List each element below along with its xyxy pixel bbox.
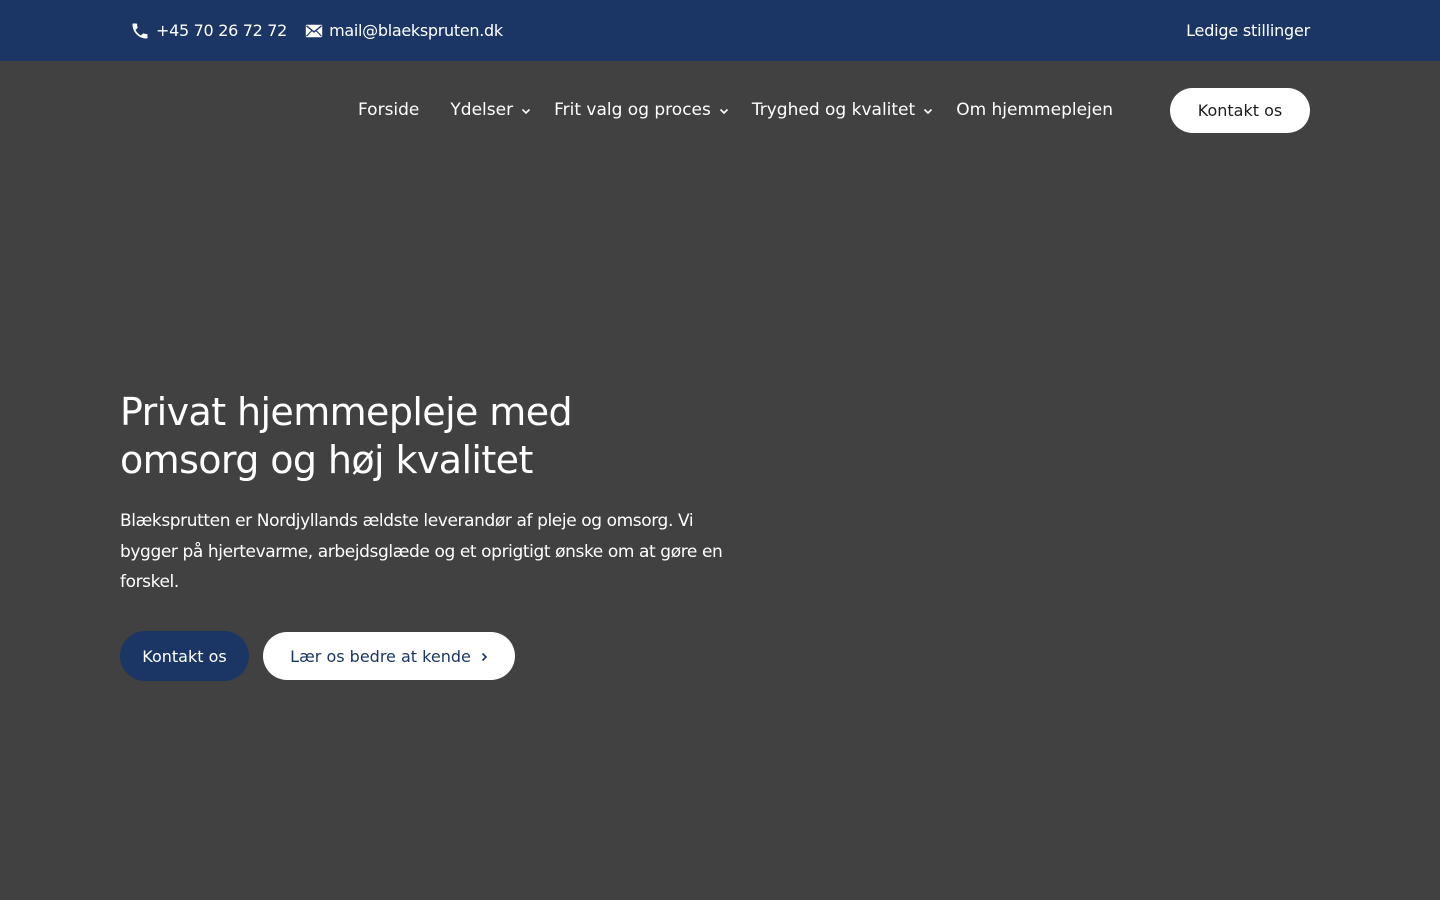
nav-item-label: Ydelser <box>450 100 514 120</box>
nav-item-om-hjemmeplejen[interactable]: Om hjemmeplejen <box>956 100 1113 120</box>
nav-item-ydelser[interactable]: Ydelser <box>450 100 531 120</box>
hero-section: Privat hjemmepleje med omsorg og høj kva… <box>120 388 760 598</box>
jobs-link[interactable]: Ledige stillinger <box>1186 0 1310 61</box>
envelope-icon <box>305 24 323 38</box>
chevron-down-icon <box>719 100 729 120</box>
hero-title-line-2: omsorg og høj kvalitet <box>120 438 533 482</box>
phone-link[interactable]: +45 70 26 72 72 <box>130 21 287 41</box>
hero-actions: Kontakt os Lær os bedre at kende <box>120 631 515 681</box>
phone-icon <box>130 21 150 41</box>
nav-menu: Forside Ydelser Frit valg og proces Tryg… <box>358 61 1113 159</box>
nav-item-label: Om hjemmeplejen <box>956 100 1113 120</box>
nav-item-frit-valg[interactable]: Frit valg og proces <box>554 100 729 120</box>
phone-number: +45 70 26 72 72 <box>156 21 288 40</box>
chevron-down-icon <box>521 100 531 120</box>
email-address: mail@blaekspruten.dk <box>329 21 503 40</box>
contact-button-hero[interactable]: Kontakt os <box>120 631 249 681</box>
nav-item-label: Forside <box>358 100 420 120</box>
nav-item-forside[interactable]: Forside <box>358 100 419 120</box>
contact-button-nav[interactable]: Kontakt os <box>1170 88 1310 133</box>
hero-title: Privat hjemmepleje med omsorg og høj kva… <box>120 388 760 484</box>
top-bar: +45 70 26 72 72 mail@blaekspruten.dk Led… <box>0 0 1440 61</box>
chevron-down-icon <box>923 100 933 120</box>
hero-title-line-1: Privat hjemmepleje med <box>120 390 573 434</box>
nav-item-label: Tryghed og kvalitet <box>751 100 916 120</box>
chevron-right-icon <box>481 647 488 666</box>
contact-info: +45 70 26 72 72 mail@blaekspruten.dk <box>130 0 503 61</box>
main-navigation: Forside Ydelser Frit valg og proces Tryg… <box>0 61 1440 159</box>
email-link[interactable]: mail@blaekspruten.dk <box>305 21 503 40</box>
nav-item-label: Frit valg og proces <box>554 100 711 120</box>
learn-more-label: Lær os bedre at kende <box>290 646 471 666</box>
learn-more-button[interactable]: Lær os bedre at kende <box>263 632 515 680</box>
nav-item-tryghed[interactable]: Tryghed og kvalitet <box>752 100 933 120</box>
hero-description: Blæksprutten er Nordjyllands ældste leve… <box>120 511 723 592</box>
